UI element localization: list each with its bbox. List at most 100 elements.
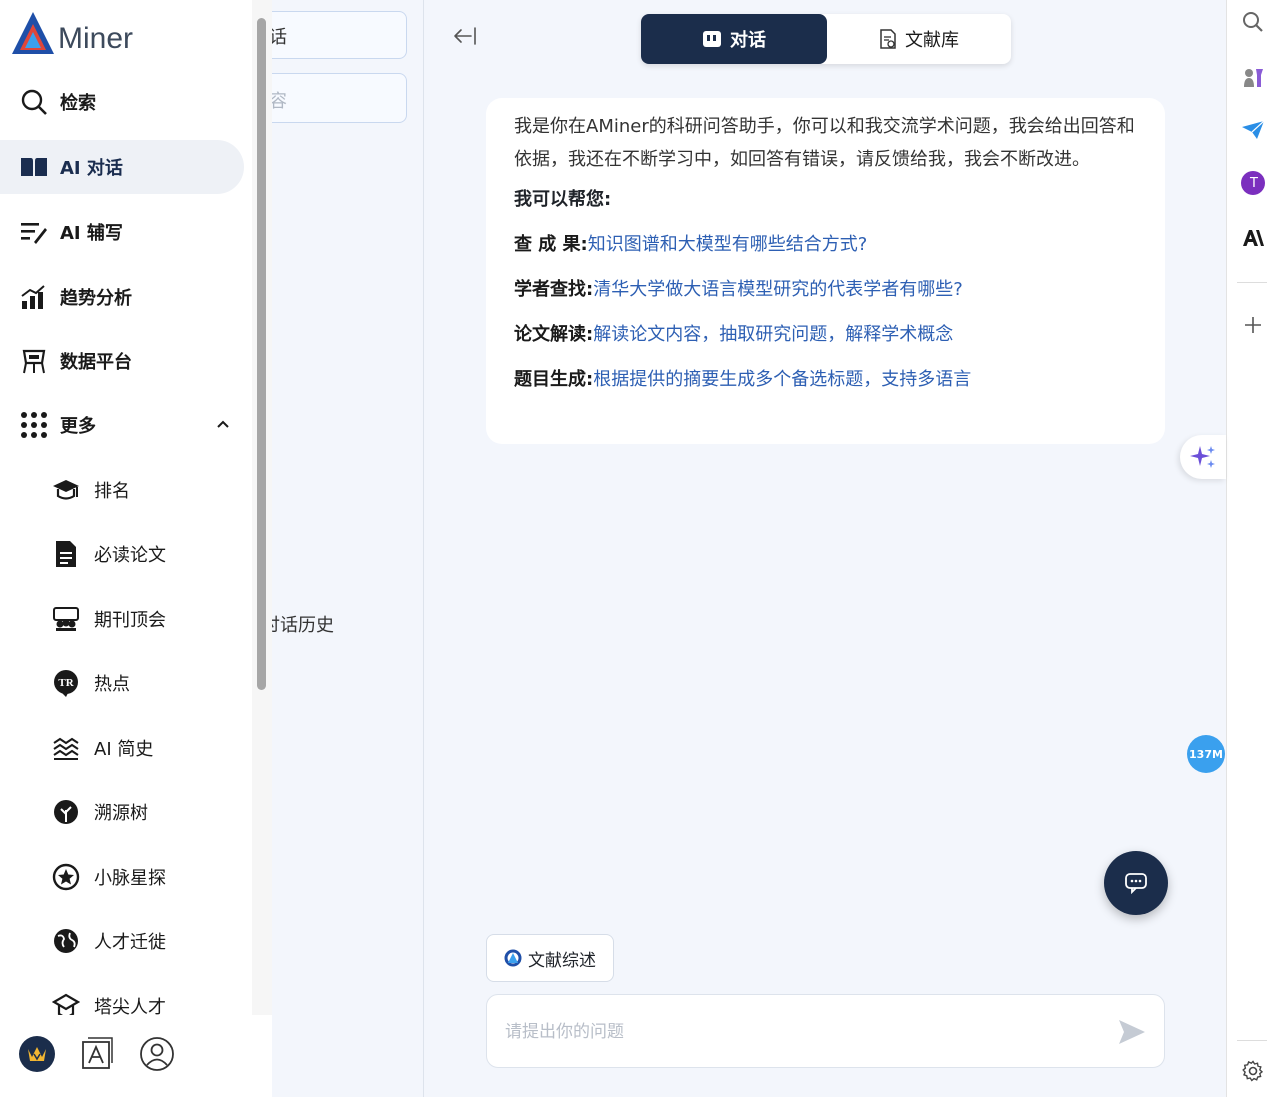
chevron-up-icon[interactable] (216, 416, 230, 435)
crown-badge-button[interactable] (18, 1035, 56, 1073)
avatar-letter: T (1250, 176, 1258, 191)
browser-sidebar: T (1226, 0, 1268, 1097)
aminer-logo-mark-icon (12, 12, 54, 54)
nav-sub-label: 热点 (94, 674, 130, 695)
nav-item-label: 趋势分析 (60, 288, 132, 309)
suggestion-link[interactable]: 知识图谱和大模型有哪些结合方式? (588, 234, 868, 255)
document-icon (50, 538, 82, 570)
ai-assist-tab[interactable] (1180, 435, 1226, 479)
sparkle-icon (1190, 446, 1215, 468)
suggestion-row: 查 成 果:知识图谱和大模型有哪些结合方式? (514, 233, 1137, 257)
tab-library-label: 文献库 (905, 30, 959, 51)
chat-bubble-icon (1125, 873, 1147, 894)
literature-review-label: 文献综述 (528, 950, 596, 971)
search-icon (1243, 12, 1263, 32)
globe-icon (50, 925, 82, 957)
mode-switch: 对话 文献库 (641, 14, 1011, 64)
arrow-left-bar-icon (454, 27, 476, 45)
crown-badge-icon (19, 1036, 55, 1072)
nav-sub-must-read[interactable]: 必读论文 (50, 534, 166, 574)
tab-chat[interactable]: 对话 (641, 14, 827, 64)
anthropic-icon (1243, 230, 1264, 246)
chat-fab-button[interactable] (1104, 851, 1168, 915)
sidebar-send-button[interactable] (1241, 118, 1265, 142)
sidebar-settings-button[interactable] (1241, 1059, 1265, 1083)
nav-sub-star-scout[interactable]: 小脉星探 (50, 857, 166, 897)
chat-tab-icon (702, 30, 722, 48)
assistant-welcome-message: 我是你在AMiner的科研问答助手，你可以和我交流学术问题，我会给出回答和依据，… (486, 98, 1165, 444)
sidebar-avatar-button[interactable]: T (1241, 171, 1265, 195)
svg-text:TR: TR (58, 677, 74, 689)
nav-sub-label: 小脉星探 (94, 868, 166, 889)
sidebar-chess-button[interactable] (1241, 65, 1265, 89)
nav-item-label: 数据平台 (60, 352, 132, 373)
nav-sub-hotspots[interactable]: TR 热点 (50, 663, 130, 703)
suggestion-key: 查 成 果: (514, 234, 588, 255)
suggestion-key: 学者查找: (514, 279, 594, 300)
library-doc-icon (879, 29, 897, 49)
nav-item-ai-write[interactable]: AI 辅写 (0, 205, 244, 259)
question-input-box (486, 994, 1165, 1068)
sidebar-divider (1237, 1040, 1267, 1041)
nav-sub-trace-tree[interactable]: 溯源树 (50, 792, 148, 832)
data-platform-icon (18, 345, 50, 377)
nav-sub-ai-history[interactable]: AI 简史 (50, 728, 153, 768)
grid-dots-icon (18, 409, 50, 441)
tr-badge-icon: TR (50, 667, 82, 699)
suggestion-row: 题目生成:根据提供的摘要生成多个备选标题，支持多语言 (514, 368, 1137, 392)
nav-sub-label: 必读论文 (94, 545, 166, 566)
nav-item-search[interactable]: 检索 (0, 75, 244, 129)
nav-bottom-bar (0, 1015, 272, 1097)
book-open-icon (18, 151, 50, 183)
history-icon (50, 732, 82, 764)
collapse-panel-button[interactable] (451, 22, 479, 50)
tree-icon (50, 796, 82, 828)
nav-item-label: 更多 (60, 416, 96, 437)
user-profile-icon (140, 1037, 174, 1071)
nav-sub-journals[interactable]: 期刊顶会 (50, 599, 166, 639)
nav-sub-label: 排名 (94, 481, 130, 502)
help-title: 我可以帮您: (514, 189, 612, 210)
send-button[interactable] (1116, 1017, 1148, 1047)
nav-item-data-platform[interactable]: 数据平台 (0, 334, 244, 388)
graduation-cap-icon (50, 474, 82, 506)
write-icon (18, 216, 50, 248)
nav-item-label: AI 对话 (60, 158, 123, 179)
trend-chart-icon (18, 281, 50, 313)
literature-review-chip[interactable]: 文献综述 (486, 934, 614, 982)
send-icon (1119, 1020, 1145, 1044)
aminer-logo[interactable]: Miner (10, 10, 133, 56)
nav-sub-label: AI 简史 (94, 739, 154, 760)
question-input[interactable] (505, 1017, 1085, 1047)
nav-item-label: 检索 (60, 93, 96, 114)
suggestion-key: 论文解读: (514, 324, 594, 345)
translate-button[interactable] (78, 1035, 116, 1073)
main-navigation: Miner 检索 AI 对话 AI 辅写 趋势分析 数据平台 更多 排名 必读论… (0, 0, 272, 1097)
nav-item-label: AI 辅写 (60, 223, 123, 244)
memory-badge[interactable]: 137M (1187, 735, 1225, 773)
logo-text: Miner (58, 22, 134, 55)
nav-item-ai-chat[interactable]: AI 对话 (0, 140, 244, 194)
conference-icon (50, 603, 82, 635)
paper-plane-icon (1242, 120, 1265, 139)
search-icon (18, 86, 50, 118)
sidebar-anthropic-button[interactable] (1241, 226, 1265, 250)
suggestion-link[interactable]: 清华大学做大语言模型研究的代表学者有哪些? (593, 279, 963, 300)
nav-scrollbar[interactable] (257, 18, 266, 690)
nav-sub-label: 人才迁徙 (94, 932, 166, 953)
sidebar-add-button[interactable] (1241, 313, 1265, 337)
user-profile-button[interactable] (138, 1035, 176, 1073)
nav-item-trend[interactable]: 趋势分析 (0, 270, 244, 324)
sidebar-search-button[interactable] (1241, 10, 1265, 34)
chat-history-label: 讨话历史 (262, 615, 334, 636)
suggestion-link[interactable]: 根据提供的摘要生成多个备选标题，支持多语言 (593, 369, 971, 390)
suggestion-row: 学者查找:清华大学做大语言模型研究的代表学者有哪些? (514, 278, 1137, 302)
nav-sub-talent-migration[interactable]: 人才迁徙 (50, 921, 166, 961)
sidebar-divider (1237, 282, 1267, 283)
nav-item-more[interactable]: 更多 (0, 398, 244, 452)
suggestion-link[interactable]: 解读论文内容，抽取研究问题，解释学术概念 (593, 324, 953, 345)
nav-sub-ranking[interactable]: 排名 (50, 470, 130, 510)
nav-sub-label: 溯源树 (94, 803, 148, 824)
welcome-intro: 我是你在AMiner的科研问答助手，你可以和我交流学术问题，我会给出回答和依据，… (514, 116, 1135, 170)
tab-library[interactable]: 文献库 (827, 14, 1011, 64)
